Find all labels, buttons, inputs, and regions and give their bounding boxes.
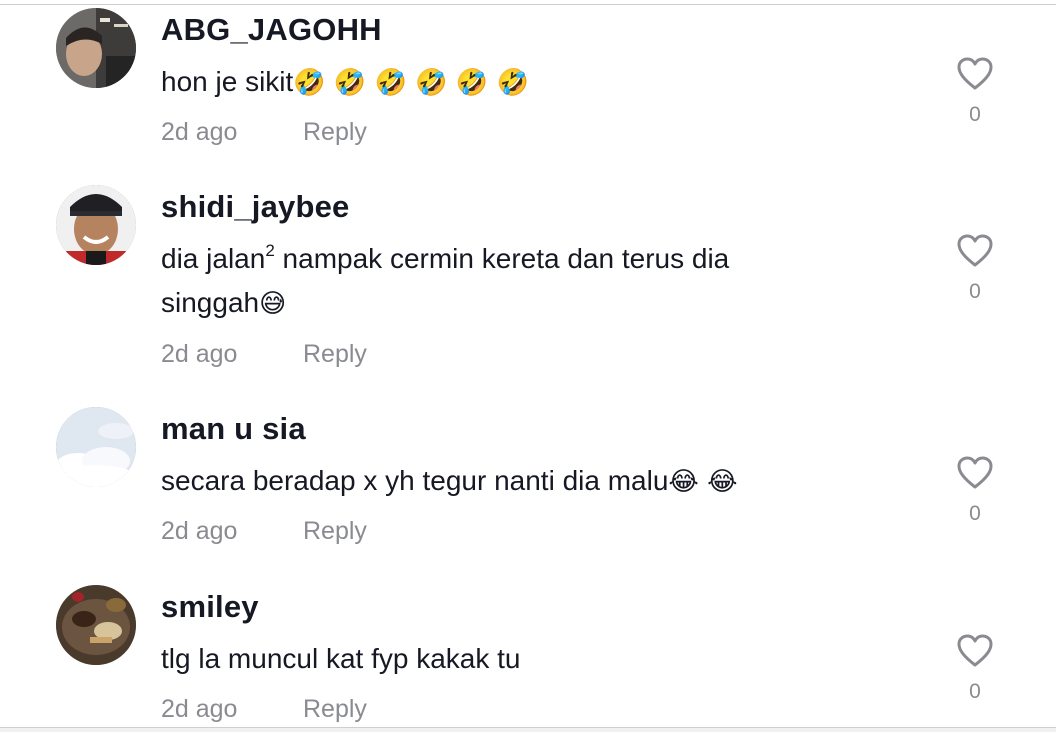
comment-text: hon je sikit🤣 🤣 🤣 🤣 🤣 🤣 [161, 60, 881, 105]
avatar-photo-smiling-man-cap-icon [56, 185, 136, 265]
avatar[interactable] [56, 407, 136, 487]
heart-icon[interactable] [956, 233, 994, 269]
reply-button[interactable]: Reply [303, 695, 367, 724]
superscript: 2 [265, 241, 275, 260]
reply-button[interactable]: Reply [303, 517, 367, 546]
like-control[interactable]: 0 [955, 56, 995, 127]
like-count: 0 [969, 680, 981, 703]
heart-icon[interactable] [956, 455, 994, 491]
reply-button[interactable]: Reply [303, 340, 367, 369]
top-divider [0, 4, 1056, 5]
comment-body-part: singgah [161, 287, 260, 318]
like-control[interactable]: 0 [955, 633, 995, 704]
comment-list: ABG_JAGOHH hon je sikit🤣 🤣 🤣 🤣 🤣 🤣 2d ag… [0, 0, 1056, 732]
comment-body: hon je sikit [161, 66, 294, 97]
laughing-emoji-icon: 🤣 🤣 🤣 🤣 🤣 🤣 [293, 68, 529, 98]
comment-timestamp: 2d ago [161, 517, 238, 545]
comment-text: secara beradap x yh tegur nanti dia malu… [161, 459, 881, 504]
comment-body: tlg la muncul kat fyp kakak tu [161, 643, 521, 674]
like-count: 0 [969, 103, 981, 126]
avatar-photo-sky-clouds-icon [56, 407, 136, 487]
reply-button[interactable]: Reply [303, 118, 367, 147]
comment-line-2: singgah😅 [161, 281, 881, 326]
avatar-photo-man-indoor-icon [56, 8, 136, 88]
avatar[interactable] [56, 8, 136, 88]
comment-username[interactable]: man u sia [161, 411, 306, 447]
heart-icon[interactable] [956, 633, 994, 669]
avatar[interactable] [56, 185, 136, 265]
bottom-band [0, 728, 1056, 732]
comment-timestamp: 2d ago [161, 118, 238, 146]
comment-body: secara beradap x yh tegur nanti dia malu [161, 465, 669, 496]
like-control[interactable]: 0 [955, 233, 995, 304]
avatar[interactable] [56, 585, 136, 665]
like-control[interactable]: 0 [955, 455, 995, 526]
comment-username[interactable]: shidi_jaybee [161, 189, 350, 225]
comment-text: dia jalan2 nampak cermin kereta dan teru… [161, 237, 881, 326]
tears-of-joy-emoji-icon: 😂 😂 [668, 467, 738, 497]
comment-timestamp: 2d ago [161, 340, 238, 368]
like-count: 0 [969, 280, 981, 303]
comment-text: tlg la muncul kat fyp kakak tu [161, 637, 881, 681]
comment-timestamp: 2d ago [161, 695, 238, 723]
sweat-smile-emoji-icon: 😅 [259, 289, 287, 319]
comment-line-1: dia jalan2 nampak cermin kereta dan teru… [161, 237, 881, 281]
avatar-photo-food-plate-icon [56, 585, 136, 665]
comment-body-part: nampak cermin kereta dan terus dia [274, 243, 730, 274]
comment-username[interactable]: smiley [161, 589, 259, 625]
comment-body-part: dia jalan [161, 243, 266, 274]
like-count: 0 [969, 502, 981, 525]
comment-username[interactable]: ABG_JAGOHH [161, 12, 382, 48]
heart-icon[interactable] [956, 56, 994, 92]
